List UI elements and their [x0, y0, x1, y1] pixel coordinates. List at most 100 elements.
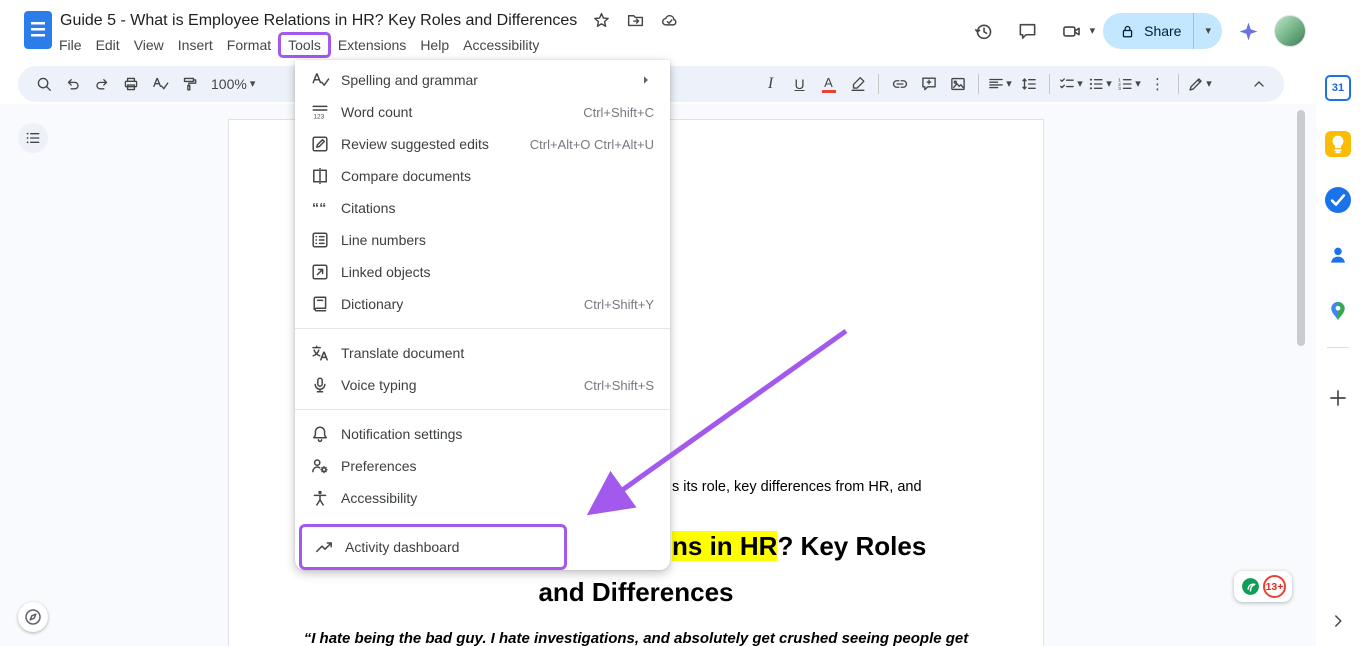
menu-item-word-count[interactable]: 123 Word count Ctrl+Shift+C: [295, 96, 670, 128]
search-menus-button[interactable]: [30, 71, 57, 98]
hide-menus-button[interactable]: [1245, 71, 1272, 98]
toolbar-divider: [1049, 74, 1050, 94]
paragraph-fragment[interactable]: s its role, key differences from HR, and: [672, 479, 922, 495]
bell-icon: [310, 424, 330, 444]
line-spacing-button[interactable]: [1015, 71, 1042, 98]
align-button[interactable]: ▾: [986, 71, 1013, 98]
version-history-button[interactable]: [966, 13, 1002, 49]
join-call-dropdown[interactable]: ▾: [1090, 26, 1096, 37]
keep-button[interactable]: [1325, 131, 1351, 157]
menu-edit[interactable]: Edit: [89, 34, 127, 56]
share-main-button[interactable]: Share: [1103, 13, 1193, 49]
contacts-button[interactable]: [1326, 243, 1350, 267]
menubar: File Edit View Insert Format Tools Exten…: [52, 34, 546, 56]
checklist-button[interactable]: ▾: [1057, 71, 1084, 98]
menu-file[interactable]: File: [52, 34, 89, 56]
quote-line[interactable]: “I hate being the bad guy. I hate invest…: [229, 630, 1043, 646]
calendar-button[interactable]: 31: [1325, 75, 1351, 101]
avatar[interactable]: [1274, 15, 1306, 47]
share-dropdown-button[interactable]: ▾: [1194, 13, 1222, 49]
menu-item-compare-documents[interactable]: Compare documents: [295, 160, 670, 192]
menu-item-accessibility[interactable]: Accessibility: [295, 482, 670, 514]
extension-badge[interactable]: 13+: [1234, 571, 1292, 602]
move-folder-icon[interactable]: [626, 11, 645, 30]
open-comments-button[interactable]: [1010, 13, 1046, 49]
align-left-icon: [987, 75, 1005, 93]
tools-menu: Spelling and grammar 123 Word count Ctrl…: [295, 60, 670, 570]
add-comment-button[interactable]: [915, 71, 942, 98]
compare-documents-icon: [310, 166, 330, 186]
menu-help[interactable]: Help: [413, 34, 456, 56]
top-actions: ▾ Share ▾: [966, 11, 1306, 51]
highlight-color-button[interactable]: [844, 71, 871, 98]
menu-item-citations[interactable]: ““ Citations: [295, 192, 670, 224]
menu-separator: [295, 328, 670, 329]
document-outline-button[interactable]: [18, 123, 48, 153]
tasks-button[interactable]: [1325, 187, 1351, 213]
extension-count-badge: 13+: [1263, 575, 1286, 598]
print-button[interactable]: [117, 71, 144, 98]
join-call-button[interactable]: [1054, 13, 1090, 49]
get-addons-button[interactable]: [1327, 387, 1349, 409]
shortcut: Ctrl+Alt+O Ctrl+Alt+U: [530, 137, 654, 152]
link-icon: [891, 75, 909, 93]
menu-item-dictionary[interactable]: Dictionary Ctrl+Shift+Y: [295, 288, 670, 320]
redo-button[interactable]: [88, 71, 115, 98]
menu-item-translate-document[interactable]: Translate document: [295, 337, 670, 369]
sparkle-icon: [1237, 20, 1260, 43]
more-options-button[interactable]: ⋮: [1144, 71, 1171, 98]
zoom-selector[interactable]: 100% ▾: [204, 71, 262, 98]
lock-icon: [1119, 23, 1136, 40]
shortcut: Ctrl+Shift+S: [584, 378, 654, 393]
explore-button[interactable]: [18, 602, 48, 632]
meet-group: ▾: [1054, 13, 1096, 49]
menu-tools[interactable]: Tools: [278, 32, 331, 58]
document-title[interactable]: Guide 5 - What is Employee Relations in …: [60, 12, 577, 30]
editing-mode-button[interactable]: ▾: [1186, 71, 1213, 98]
title-area: Guide 5 - What is Employee Relations in …: [60, 11, 679, 30]
toolbar-divider: [878, 74, 879, 94]
cloud-saved-icon[interactable]: [660, 11, 679, 30]
menu-insert[interactable]: Insert: [171, 34, 220, 56]
svg-text:3: 3: [1118, 86, 1121, 92]
topbar: Guide 5 - What is Employee Relations in …: [0, 0, 1316, 62]
menu-extensions[interactable]: Extensions: [331, 34, 413, 56]
explore-icon: [23, 607, 43, 627]
menu-accessibility[interactable]: Accessibility: [456, 34, 546, 56]
undo-button[interactable]: [59, 71, 86, 98]
insert-image-button[interactable]: [944, 71, 971, 98]
insert-link-button[interactable]: [886, 71, 913, 98]
gemini-button[interactable]: [1230, 13, 1266, 49]
menu-item-voice-typing[interactable]: Voice typing Ctrl+Shift+S: [295, 369, 670, 401]
video-call-icon: [1061, 21, 1082, 42]
bulleted-list-button[interactable]: ▾: [1086, 71, 1113, 98]
maps-button[interactable]: [1326, 299, 1350, 323]
text-color-button[interactable]: A: [815, 71, 842, 98]
submenu-arrow-icon: [638, 72, 654, 88]
spelling-check-button[interactable]: [146, 71, 173, 98]
menu-item-notification-settings[interactable]: Notification settings: [295, 418, 670, 450]
heading-line2[interactable]: and Differences: [229, 577, 1043, 608]
svg-text:123: 123: [313, 114, 324, 121]
menu-item-activity-dashboard[interactable]: Activity dashboard: [302, 527, 564, 567]
paint-format-button[interactable]: [175, 71, 202, 98]
menu-item-line-numbers[interactable]: Line numbers: [295, 224, 670, 256]
menu-item-spelling-and-grammar[interactable]: Spelling and grammar: [295, 64, 670, 96]
hide-side-panel-button[interactable]: [1328, 611, 1348, 631]
heading-line1[interactable]: ns in HR? Key Roles: [672, 531, 926, 562]
svg-text:“: “: [312, 200, 319, 216]
scrollbar[interactable]: [1297, 110, 1305, 346]
word-count-icon: 123: [310, 102, 330, 122]
numbered-list-button[interactable]: 123▾: [1115, 71, 1142, 98]
menu-item-preferences[interactable]: Preferences: [295, 450, 670, 482]
menu-item-review-suggested-edits[interactable]: Review suggested edits Ctrl+Alt+O Ctrl+A…: [295, 128, 670, 160]
menu-format[interactable]: Format: [220, 34, 278, 56]
italic-button[interactable]: I: [757, 71, 784, 98]
star-icon[interactable]: [592, 11, 611, 30]
docs-logo-icon[interactable]: [24, 11, 52, 49]
menu-item-linked-objects[interactable]: Linked objects: [295, 256, 670, 288]
caret-down-icon: ▾: [1135, 79, 1141, 90]
underline-button[interactable]: U: [786, 71, 813, 98]
svg-text:“: “: [319, 200, 326, 216]
menu-view[interactable]: View: [127, 34, 171, 56]
